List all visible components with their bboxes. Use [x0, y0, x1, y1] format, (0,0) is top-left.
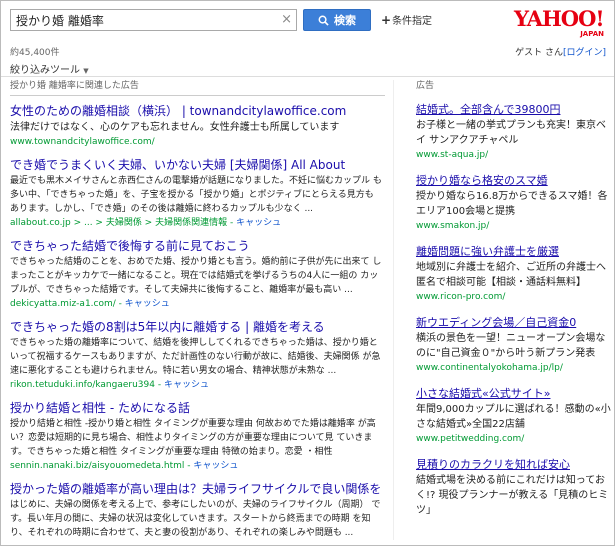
side-ads: 広告 結婚式。全部含んで39800円 お子様と一緒の挙式プランも充実！東京ベイ …	[416, 80, 611, 529]
magnifier-icon	[318, 15, 329, 26]
result-item: 授かり結婚と相性 - ためになる話 授かり結婚と相性 -授かり婚と相性 タイミン…	[10, 400, 385, 473]
side-ad-title[interactable]: 小さな結婚式«公式サイト»	[416, 386, 611, 402]
conditions-label: 条件指定	[392, 16, 433, 27]
filter-tool-toggle[interactable]: 絞り込みツール ▼	[10, 61, 89, 76]
san-label: さん	[544, 48, 563, 58]
cache-link[interactable]: キャッシュ	[236, 218, 281, 228]
plus-icon: +	[381, 13, 392, 27]
side-ad-url: www.st-aqua.jp/	[416, 150, 489, 160]
logo-text: YAHOO!	[514, 6, 605, 31]
side-ad-title[interactable]: 離婚問題に強い弁護士を厳選	[416, 244, 611, 260]
result-item: できちゃった婚の8割は5年以内に離婚する | 離婚を考える できちゃった婚の離婚…	[10, 319, 385, 392]
search-input[interactable]	[11, 10, 273, 31]
side-ad-url: www.petitwedding.com/	[416, 434, 525, 444]
side-ad-item: 小さな結婚式«公式サイト» 年間9,000カップルに選ばれる！感動の«小さな結婚…	[416, 386, 611, 446]
result-url: dekicyatta.miz-a1.com/ - キャッシュ	[10, 299, 170, 309]
side-ad-url: www.ricon-pro.com/	[416, 292, 506, 302]
result-item: 女性のための離婚相談（横浜） | townandcitylawoffice.co…	[10, 103, 385, 149]
result-item: でき婚でうまくいく夫婦、いかない夫婦 [夫婦関係] All About 最近でも…	[10, 157, 385, 230]
side-ad-item: 離婚問題に強い弁護士を厳選 地域別に弁護士を紹介、ご近所の弁護士へ匿名で相談可能…	[416, 244, 611, 304]
guest-label: ゲスト	[515, 48, 543, 58]
main-results: 授かり婚 離婚率に関連した広告 女性のための離婚相談（横浜） | townand…	[10, 80, 385, 546]
side-ad-desc: 結婚式場を決める前にこれだけは知っておく!? 現役プランナーが教える「見積のヒミ…	[416, 475, 609, 516]
header: × 検索 +条件指定 YAHOO! JAPAN 約45,400件 ゲスト さん[…	[1, 1, 614, 64]
search-button[interactable]: 検索	[303, 9, 371, 31]
result-title[interactable]: 女性のための離婚相談（横浜） | townandcitylawoffice.co…	[10, 103, 385, 120]
result-title[interactable]: できちゃった婚の8割は5年以内に離婚する | 離婚を考える	[10, 319, 385, 336]
filter-tool-label: 絞り込みツール	[10, 65, 80, 76]
user-status: ゲスト さん[ログイン]	[515, 45, 606, 58]
result-item: 授かった婚の離婚率が高い理由は？夫婦ライフサイクルで良い関係を ... はじめに…	[10, 481, 385, 540]
search-box[interactable]: ×	[10, 9, 297, 31]
result-url: sennin.nanaki.biz/aisyouomedeta.html - キ…	[10, 461, 239, 471]
result-url-text: rikon.tetuduki.info/kangaeru394	[10, 380, 155, 390]
result-url-text: www.townandcitylawoffice.com/	[10, 137, 155, 147]
result-url-text: allabout.co.jp > ... > 夫婦関係 > 夫婦関係関連情報	[10, 218, 228, 228]
result-url: rikon.tetuduki.info/kangaeru394 - キャッシュ	[10, 380, 209, 390]
result-title[interactable]: できちゃった結婚で後悔する前に見ておこう	[10, 238, 385, 255]
side-ad-title[interactable]: 結婚式。全部含んで39800円	[416, 102, 611, 118]
result-count: 約45,400件	[10, 48, 60, 58]
triangle-down-icon: ▼	[83, 67, 89, 75]
side-ad-label: 広告	[416, 81, 435, 91]
side-ad-desc: 地域別に弁護士を紹介、ご近所の弁護士へ匿名で相談可能【相談・通話料無料】	[416, 262, 606, 288]
result-desc: 最近でも黒木メイサさんと赤西仁さんの電撃婚が話題になりました。不妊に悩むカップル…	[10, 176, 382, 214]
yahoo-logo[interactable]: YAHOO! JAPAN	[514, 6, 606, 39]
ad-label: 授かり婚 離婚率に関連した広告	[10, 80, 385, 96]
result-url: allabout.co.jp > ... > 夫婦関係 > 夫婦関係関連情報 -…	[10, 218, 282, 228]
cache-link[interactable]: キャッシュ	[125, 299, 170, 309]
side-ad-item: 新ウエディング会場／自己資金0 横浜の景色を一望！ニューオープン会場なのに"自己…	[416, 315, 611, 375]
column-divider	[393, 80, 394, 540]
side-ad-url: www.continentalyokohama.jp/lp/	[416, 363, 563, 373]
search-button-label: 検索	[334, 14, 356, 27]
side-ad-desc: 横浜の景色を一望！ニューオープン会場なのに"自己資金０"から叶う新プラン発表	[416, 333, 606, 359]
login-link[interactable]: [ログイン]	[563, 48, 606, 58]
result-item: できちゃった結婚で後悔する前に見ておこう できちゃった結婚のことを、おめでた婚、…	[10, 238, 385, 311]
cache-link[interactable]: キャッシュ	[164, 380, 209, 390]
result-url: www.townandcitylawoffice.com/	[10, 135, 385, 149]
result-title[interactable]: でき婚でうまくいく夫婦、いかない夫婦 [夫婦関係] All About	[10, 157, 385, 174]
clear-icon[interactable]: ×	[281, 13, 292, 27]
side-ad-item: 見積りのカラクリを知れば安心 結婚式場を決める前にこれだけは知っておく!? 現役…	[416, 457, 611, 518]
side-ad-desc: 年間9,000カップルに選ばれる！感動の«小さな結婚式»全国22店舗	[416, 404, 611, 430]
filter-bar: 絞り込みツール ▼	[1, 61, 614, 77]
result-desc: はじめに、夫婦の関係を考える上で、参考にしたいのが、夫婦のライフサイクル（周期）…	[10, 500, 381, 538]
result-url-text: dekicyatta.miz-a1.com/	[10, 299, 116, 309]
side-ad-desc: 授かり婚なら16.8万からできるスマ婚！各エリア100会場と提携	[416, 191, 608, 217]
side-ad-desc: お子様と一緒の挙式プランも充実！東京ベイ サンアクアチャペル	[416, 120, 606, 146]
side-ad-url: www.smakon.jp/	[416, 221, 490, 231]
cache-link[interactable]: キャッシュ	[193, 461, 238, 471]
side-ad-item: 授かり婚なら格安のスマ婚 授かり婚なら16.8万からできるスマ婚！各エリア100…	[416, 173, 611, 233]
result-title[interactable]: 授かった婚の離婚率が高い理由は？夫婦ライフサイクルで良い関係を ...	[10, 481, 385, 498]
result-desc: できちゃった結婚のことを、おめでた婚、授かり婚とも言う。婚約前に子供が先に出来て…	[10, 257, 382, 295]
side-ad-title[interactable]: 授かり婚なら格安のスマ婚	[416, 173, 611, 189]
result-url-text: sennin.nanaki.biz/aisyouomedeta.html	[10, 461, 185, 471]
result-desc: 法律だけではなく、心のケアも忘れません。女性弁護士も所属しています	[10, 122, 340, 133]
result-desc: 授かり結婚と相性 -授かり婚と相性 タイミングが重要な理由 何故おめでた婚は離婚…	[10, 419, 376, 457]
result-desc: できちゃった婚の離婚率について、結婚を後押ししてくれるできちゃった婚は、授かり婚…	[10, 338, 381, 376]
conditions-link[interactable]: +条件指定	[381, 12, 432, 27]
result-title[interactable]: 授かり結婚と相性 - ためになる話	[10, 400, 385, 417]
logo-sub: JAPAN	[580, 30, 604, 38]
side-ad-item: 結婚式。全部含んで39800円 お子様と一緒の挙式プランも充実！東京ベイ サンア…	[416, 102, 611, 162]
side-ad-title[interactable]: 見積りのカラクリを知れば安心	[416, 457, 611, 473]
side-ad-title[interactable]: 新ウエディング会場／自己資金0	[416, 315, 611, 331]
